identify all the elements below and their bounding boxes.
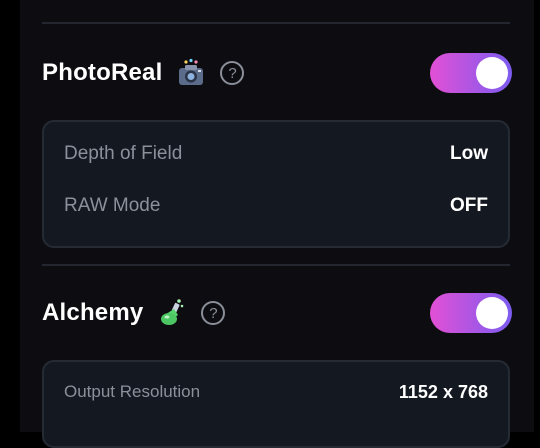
potion-flask-icon	[157, 298, 187, 328]
raw-mode-value: OFF	[450, 195, 488, 216]
alchemy-help-icon[interactable]: ?	[201, 301, 226, 325]
depth-of-field-row[interactable]: Depth of Field Low	[44, 128, 508, 180]
alchemy-header: Alchemy ?	[42, 288, 512, 338]
middle-divider	[42, 264, 510, 266]
alchemy-toggle[interactable]	[430, 293, 512, 333]
photoreal-header: PhotoReal ?	[42, 48, 512, 98]
top-divider	[42, 22, 510, 24]
photoreal-settings-card: Depth of Field Low RAW Mode OFF	[42, 120, 510, 248]
settings-panel: PhotoReal ? Depth of Field Low RAW Mode	[20, 0, 534, 448]
camera-flash-icon	[176, 58, 206, 88]
output-resolution-value: 1152 x 768	[398, 381, 488, 402]
raw-mode-row[interactable]: RAW Mode OFF	[44, 180, 508, 232]
photoreal-help-icon[interactable]: ?	[220, 61, 245, 85]
photoreal-title: PhotoReal	[42, 59, 163, 86]
alchemy-toggle-knob	[476, 297, 508, 329]
depth-of-field-value: Low	[450, 143, 488, 164]
depth-of-field-label: Depth of Field	[64, 143, 183, 164]
alchemy-settings-card: Output Resolution 1152 x 768	[42, 360, 510, 448]
output-resolution-row[interactable]: Output Resolution 1152 x 768	[44, 366, 508, 418]
output-resolution-label: Output Resolution	[64, 382, 201, 401]
photoreal-toggle[interactable]	[430, 53, 512, 93]
alchemy-title: Alchemy	[42, 299, 144, 326]
photoreal-toggle-knob	[476, 57, 508, 89]
raw-mode-label: RAW Mode	[64, 195, 161, 216]
